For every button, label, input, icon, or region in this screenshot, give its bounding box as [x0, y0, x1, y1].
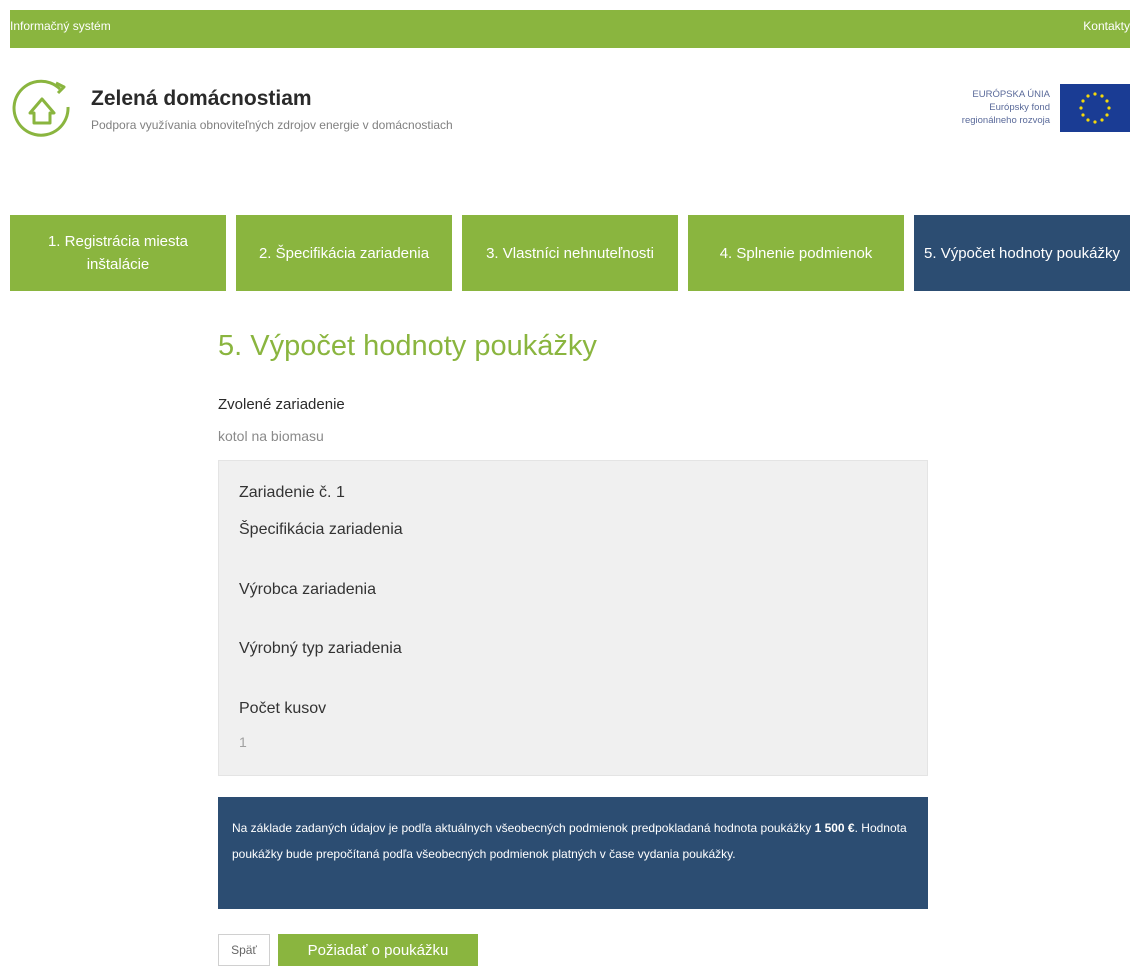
brand-title[interactable]: Zelená domácnostiam: [91, 87, 312, 111]
step-2-tab[interactable]: 2. Špecifikácia zariadenia: [236, 215, 452, 291]
voucher-amount: 1 500 €: [814, 821, 855, 835]
voucher-info-box: Na základe zadaných údajov je podľa aktu…: [218, 797, 928, 909]
info-text-start: Na základe zadaných údajov je podľa aktu…: [232, 821, 815, 835]
step-3-tab[interactable]: 3. Vlastníci nehnuteľnosti: [462, 215, 678, 291]
device-type-label: Výrobný typ zariadenia: [239, 640, 402, 657]
device-count-label: Počet kusov: [239, 700, 327, 717]
information-system-link[interactable]: Informačný systém: [10, 19, 111, 33]
step-2-label: 2. Špecifikácia zariadenia: [258, 244, 430, 262]
wizard-steps: 1. Registrácia miesta inštalácie 2. Špec…: [10, 215, 1130, 291]
device-heading: Zariadenie č. 1: [239, 484, 345, 501]
step-4-tab[interactable]: 4. Splnenie podmienok: [688, 215, 904, 291]
eu-label-line2: Európsky fond: [989, 102, 1050, 113]
selected-device-value: kotol na biomasu: [218, 428, 324, 444]
eu-label-line1: EURÓPSKA ÚNIA: [972, 89, 1050, 100]
step-1-label: 1. Registrácia miesta inštalácie: [47, 233, 189, 273]
selected-device-label: Zvolené zariadenie: [218, 396, 345, 413]
eu-flag-icon: [1060, 84, 1130, 132]
device-panel: Zariadenie č. 1 Špecifikácia zariadenia …: [218, 460, 928, 776]
contacts-link[interactable]: Kontakty: [1083, 19, 1130, 33]
eu-label-line3: regionálneho rozvoja: [961, 115, 1050, 126]
top-bar: Informačný systém Kontakty: [10, 10, 1130, 48]
step-3-label: 3. Vlastníci nehnuteľnosti: [486, 244, 654, 262]
request-voucher-button[interactable]: Požiadať o poukážku: [278, 934, 478, 966]
brand-subtitle: Podpora využívania obnoviteľných zdrojov…: [91, 118, 453, 132]
step-4-label: 4. Splnenie podmienok: [719, 244, 873, 262]
eu-label: EURÓPSKA ÚNIA Európsky fond regionálneho…: [962, 88, 1050, 127]
device-spec-label: Špecifikácia zariadenia: [239, 521, 403, 538]
page-title: 5. Výpočet hodnoty poukážky: [218, 330, 597, 362]
back-button[interactable]: Späť: [218, 934, 270, 966]
logo-icon[interactable]: [10, 77, 74, 141]
device-manufacturer-label: Výrobca zariadenia: [239, 581, 376, 598]
step-1-tab[interactable]: 1. Registrácia miesta inštalácie: [10, 215, 226, 291]
step-5-label: 5. Výpočet hodnoty poukážky: [924, 244, 1120, 262]
device-count-value: 1: [239, 734, 247, 750]
step-5-tab[interactable]: 5. Výpočet hodnoty poukážky: [914, 215, 1130, 291]
